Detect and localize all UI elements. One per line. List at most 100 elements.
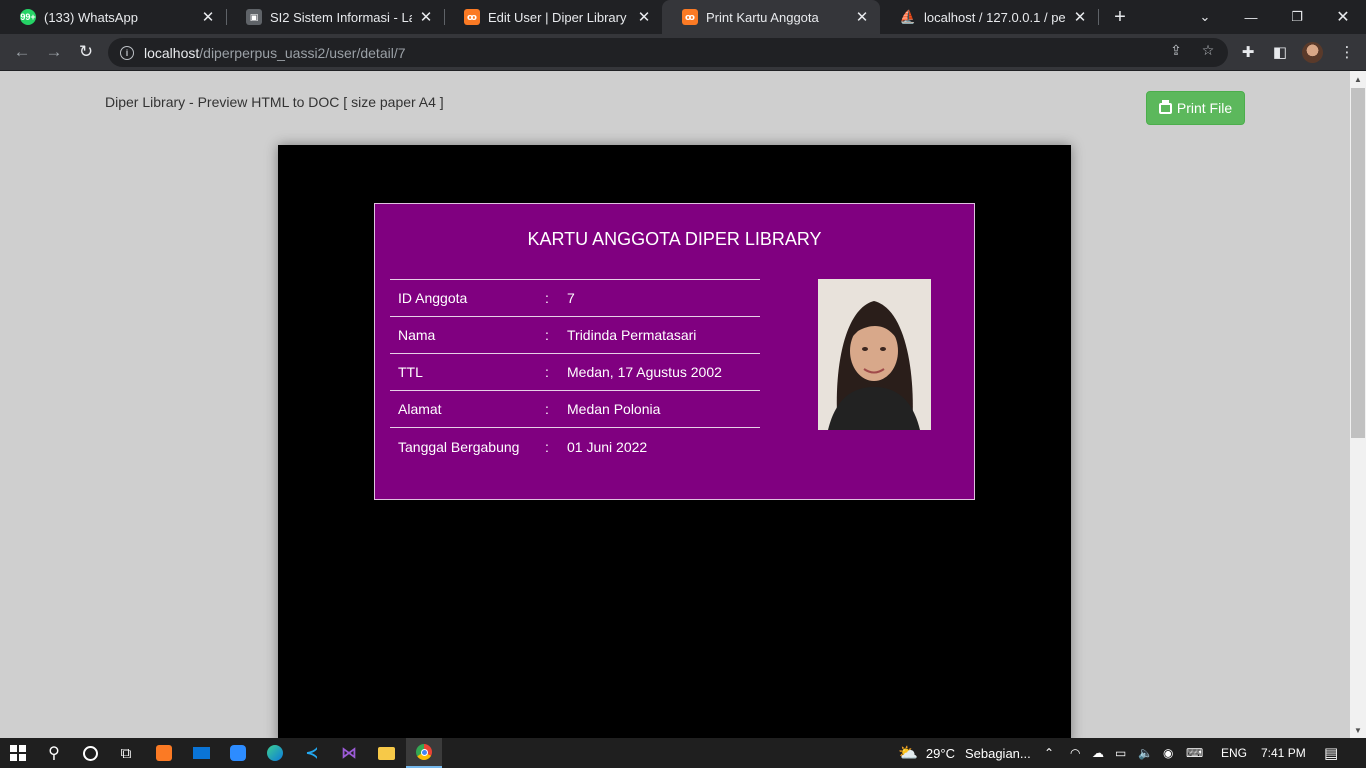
scroll-thumb[interactable] — [1351, 88, 1365, 438]
bookmark-star-icon[interactable]: ☆ — [1199, 41, 1217, 59]
site-info-icon[interactable]: i — [120, 45, 134, 60]
info-row-nama: Nama : Tridinda Permatasari — [390, 317, 760, 354]
tab-whatsapp[interactable]: 99+ (133) WhatsApp ✕ — [0, 0, 226, 34]
xampp-taskbar-icon[interactable] — [146, 738, 182, 768]
minimize-button[interactable]: — — [1228, 0, 1274, 34]
notification-icon[interactable]: ▤ — [1324, 738, 1338, 768]
side-panel-icon[interactable]: ◧ — [1269, 41, 1291, 63]
browser-tab-strip: 99+ (133) WhatsApp ✕ ▣ SI2 Sistem Inform… — [0, 0, 1366, 34]
windows-start-icon[interactable] — [0, 738, 36, 768]
tab-title: Print Kartu Anggota — [706, 9, 819, 25]
chrome-icon[interactable] — [406, 738, 442, 768]
search-icon[interactable]: ⚲ — [36, 738, 72, 768]
whatsapp-icon: 99+ — [20, 9, 36, 25]
xampp-icon: ꝏ — [682, 9, 698, 25]
language-indicator[interactable]: ENG — [1221, 738, 1247, 768]
field-label: TTL — [398, 364, 423, 380]
print-file-label: Print File — [1176, 100, 1233, 116]
tab-phpmyadmin[interactable]: ⛵ localhost / 127.0.0.1 / perpus ✕ — [880, 0, 1098, 34]
page-content: Diper Library - Preview HTML to DOC [ si… — [0, 71, 1350, 745]
weather-temp: 29°C — [925, 745, 955, 761]
close-icon[interactable]: ✕ — [418, 9, 434, 26]
menu-kebab-icon[interactable]: ⋮ — [1336, 41, 1358, 63]
field-label: Alamat — [398, 401, 442, 417]
tab-title: Edit User | Diper Library — [488, 9, 627, 25]
field-separator: : — [545, 290, 549, 306]
field-value: Tridinda Permatasari — [567, 327, 697, 343]
close-icon[interactable]: ✕ — [1072, 9, 1088, 26]
weather-cloud-sun-icon: ⛅ — [898, 745, 918, 762]
member-card: KARTU ANGGOTA DIPER LIBRARY ID Anggota :… — [374, 203, 975, 500]
show-hidden-icons-chevron-icon[interactable]: ⌃ — [1044, 738, 1054, 768]
address-bar[interactable]: i localhost/diperperpus_uassi2/user/deta… — [108, 38, 1228, 67]
wifi-icon[interactable]: ◠ — [1070, 738, 1080, 768]
member-info-table: ID Anggota : 7 Nama : Tridinda Permatasa… — [390, 279, 760, 465]
file-explorer-icon[interactable] — [368, 738, 404, 768]
back-button[interactable]: ← — [10, 40, 34, 64]
field-separator: : — [545, 401, 549, 417]
close-window-button[interactable]: ✕ — [1320, 0, 1366, 34]
field-label: ID Anggota — [398, 290, 468, 306]
network-icon[interactable]: ☁ — [1092, 738, 1104, 768]
volume-icon[interactable]: 🔈 — [1138, 738, 1153, 768]
url-host: localhost — [144, 44, 200, 61]
edge-icon[interactable] — [257, 738, 293, 768]
vscode-icon[interactable]: ≺ — [294, 738, 330, 768]
tab-si2[interactable]: ▣ SI2 Sistem Informasi - Lab 2 ✕ — [226, 0, 444, 34]
keyboard-icon[interactable]: ⌨ — [1186, 738, 1203, 768]
scroll-up-arrow[interactable]: ▲ — [1350, 71, 1366, 87]
forward-button[interactable]: → — [42, 40, 66, 64]
tab-edit-user[interactable]: ꝏ Edit User | Diper Library ✕ — [444, 0, 662, 34]
weather-widget[interactable]: ⛅ 29°C Sebagian... — [898, 738, 1031, 768]
info-row-tanggal-bergabung: Tanggal Bergabung : 01 Juni 2022 — [390, 428, 760, 465]
field-label: Tanggal Bergabung — [398, 438, 520, 455]
clock[interactable]: 7:41 PM — [1261, 738, 1306, 768]
extensions-icon[interactable]: ✚ — [1237, 41, 1259, 63]
tab-print-kartu[interactable]: ꝏ Print Kartu Anggota ✕ — [662, 0, 880, 34]
field-separator: : — [545, 438, 549, 455]
contact-icon: ▣ — [246, 9, 262, 25]
battery-icon[interactable]: ▭ — [1115, 738, 1126, 768]
member-photo — [818, 279, 931, 430]
field-separator: : — [545, 364, 549, 380]
visual-studio-icon[interactable]: ⋈ — [331, 738, 367, 768]
a4-paper-preview: KARTU ANGGOTA DIPER LIBRARY ID Anggota :… — [278, 145, 1071, 745]
profile-avatar[interactable] — [1302, 42, 1323, 63]
tab-title: SI2 Sistem Informasi - Lab 2 — [270, 9, 412, 25]
tab-title: (133) WhatsApp — [44, 9, 138, 25]
maximize-button[interactable]: ❐ — [1274, 0, 1320, 34]
phpmyadmin-icon: ⛵ — [899, 9, 917, 24]
info-row-ttl: TTL : Medan, 17 Agustus 2002 — [390, 354, 760, 391]
new-tab-button[interactable]: + — [1108, 5, 1132, 29]
tab-search-chevron-icon[interactable]: ⌄ — [1182, 0, 1228, 34]
xampp-icon: ꝏ — [464, 9, 480, 25]
close-icon[interactable]: ✕ — [636, 9, 652, 26]
camera-icon[interactable]: ◉ — [1163, 738, 1173, 768]
field-value: Medan, 17 Agustus 2002 — [567, 364, 722, 380]
info-row-alamat: Alamat : Medan Polonia — [390, 391, 760, 428]
print-file-button[interactable]: Print File — [1146, 91, 1245, 125]
info-row-id: ID Anggota : 7 — [390, 280, 760, 317]
browser-toolbar: ← → ↻ i localhost/diperperpus_uassi2/use… — [0, 34, 1366, 71]
windows-taskbar: ⚲ ⧉ ≺ ⋈ ⛅ 29°C Sebagian... ⌃ ◠ ☁ ▭ 🔈 ◉ ⌨… — [0, 738, 1366, 768]
tab-title: localhost / 127.0.0.1 / perpus — [924, 9, 1066, 25]
cortana-icon[interactable] — [72, 738, 108, 768]
field-label: Nama — [398, 327, 436, 343]
field-separator: : — [545, 327, 549, 343]
field-value: 7 — [567, 290, 575, 306]
field-value: Medan Polonia — [567, 401, 661, 417]
zoom-icon[interactable] — [220, 738, 256, 768]
field-value: 01 Juni 2022 — [567, 438, 648, 455]
close-icon[interactable]: ✕ — [200, 9, 216, 26]
task-view-icon[interactable]: ⧉ — [108, 738, 144, 768]
url-path: /diperperpus_uassi2/user/detail/7 — [199, 44, 406, 61]
card-title: KARTU ANGGOTA DIPER LIBRARY — [527, 229, 822, 249]
close-icon[interactable]: ✕ — [854, 9, 870, 26]
printer-icon — [1158, 99, 1172, 114]
reload-button[interactable]: ↻ — [74, 40, 98, 64]
page-title: Diper Library - Preview HTML to DOC [ si… — [105, 94, 444, 110]
share-icon[interactable]: ⇪ — [1167, 41, 1185, 59]
mail-icon[interactable] — [183, 738, 219, 768]
weather-text: Sebagian... — [964, 745, 1031, 761]
scroll-down-arrow[interactable]: ▼ — [1350, 722, 1366, 738]
